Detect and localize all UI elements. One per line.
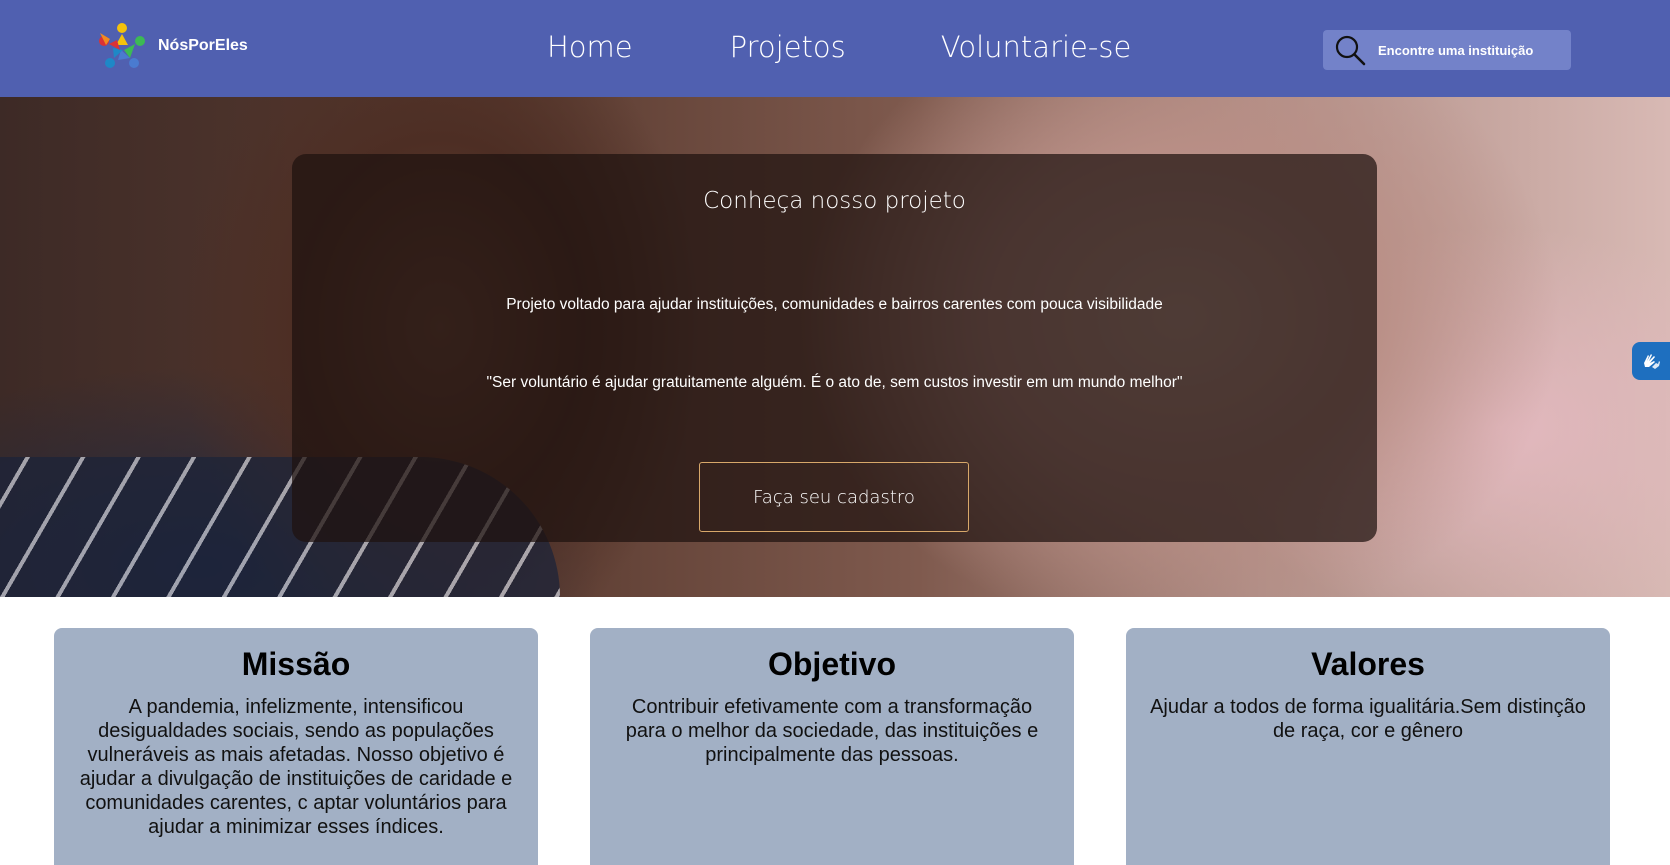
card-text: Contribuir efetivamente com a transforma… <box>625 696 1039 766</box>
card-text: A pandemia, infelizmente, intensificou d… <box>79 696 513 838</box>
people-circle-logo-icon <box>99 23 145 68</box>
hero-banner: Conheça nosso projeto Projeto voltado pa… <box>0 97 1670 597</box>
card-valores: Valores Ajudar a todos de forma igualitá… <box>1126 628 1610 865</box>
card-title: Valores <box>1311 646 1425 682</box>
nav-link-home[interactable]: Home <box>547 30 633 64</box>
brand-name: NósPorEles <box>158 37 248 54</box>
card-text: Ajudar a todos de forma igualitária.Sem … <box>1150 696 1586 742</box>
info-cards-section: Missão A pandemia, infelizmente, intensi… <box>0 597 1670 865</box>
nav-link-projetos[interactable]: Projetos <box>730 30 846 64</box>
hero-description: Projeto voltado para ajudar instituições… <box>506 296 1163 313</box>
hands-sign-language-icon <box>1644 354 1660 369</box>
card-title: Missão <box>241 646 351 682</box>
site-header: NósPorEles Home Projetos Voluntarie-se <box>0 0 1670 97</box>
hero-card: Conheça nosso projeto Projeto voltado pa… <box>292 154 1377 542</box>
card-objetivo: Objetivo Contribuir efetivamente com a t… <box>590 628 1074 865</box>
search-icon[interactable] <box>1332 32 1368 68</box>
hero-quote: "Ser voluntário é ajudar gratuitamente a… <box>486 374 1183 391</box>
register-button[interactable]: Faça seu cadastro <box>699 462 969 532</box>
main-nav: Home Projetos Voluntarie-se <box>547 30 1131 64</box>
brand-link[interactable]: NósPorEles <box>96 20 248 72</box>
search-input[interactable] <box>1378 42 1558 58</box>
hero-title: Conheça nosso projeto <box>703 188 966 214</box>
search-box[interactable] <box>1323 30 1571 70</box>
accessibility-widget-button[interactable] <box>1632 342 1670 380</box>
nav-link-voluntarie[interactable]: Voluntarie-se <box>941 30 1132 64</box>
card-missao: Missão A pandemia, infelizmente, intensi… <box>54 628 538 865</box>
card-title: Objetivo <box>767 646 896 682</box>
